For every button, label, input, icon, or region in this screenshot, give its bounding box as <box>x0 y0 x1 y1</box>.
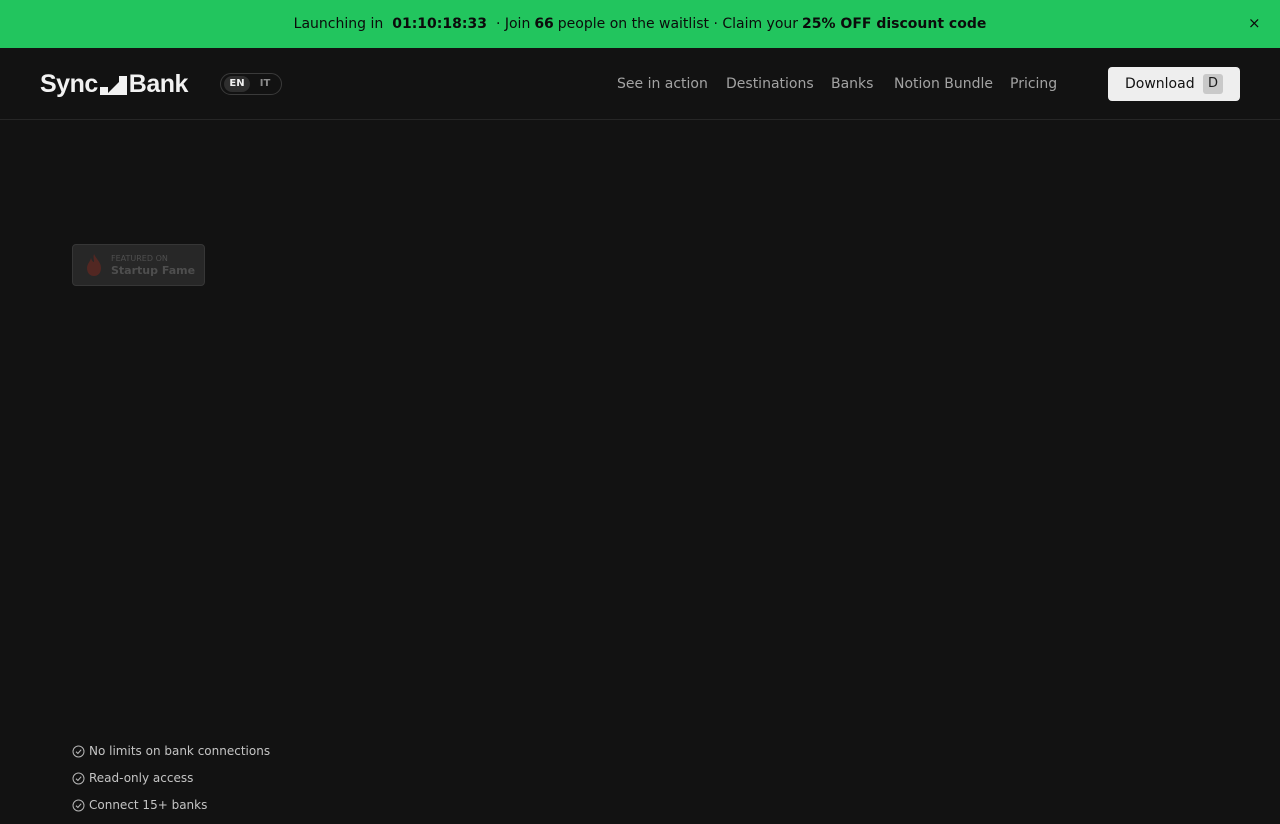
waitlist-count: 66 <box>534 16 554 32</box>
check-circle-icon <box>72 772 85 784</box>
nav-pricing[interactable]: Pricing <box>1010 74 1057 94</box>
discount-code-text[interactable]: 25% OFF discount code <box>802 16 986 32</box>
feature-text: No limits on bank connections <box>89 744 271 758</box>
badge-brand-label: Startup Fame <box>111 263 196 277</box>
download-label: Download <box>1125 76 1195 92</box>
nav-destinations[interactable]: Destinations <box>726 74 814 94</box>
banner-waitlist-text: people on the waitlist · Claim your <box>557 16 799 32</box>
logo-text-bank: Bank <box>128 69 189 98</box>
logo-text-sync: Sync <box>40 69 98 98</box>
nav-see-in-action[interactable]: See in action <box>617 74 708 94</box>
banner-join-text: · Join <box>495 16 531 32</box>
list-item: No limits on bank connections <box>72 743 270 759</box>
site-header: Sync Bank EN IT See in action Destinatio… <box>0 48 1280 120</box>
close-icon[interactable]: × <box>1248 15 1261 31</box>
feature-text: Read-only access <box>89 771 194 785</box>
feature-list: No limits on bank connections Read-only … <box>72 743 270 824</box>
check-circle-icon <box>72 799 85 811</box>
startup-fame-badge[interactable]: FEATURED ON Startup Fame <box>72 244 205 286</box>
download-button[interactable]: Download D <box>1108 67 1240 101</box>
feature-text: Connect 15+ banks <box>89 798 208 812</box>
check-circle-icon <box>72 745 85 757</box>
lang-it-button[interactable]: IT <box>252 76 278 92</box>
banner-prefix: Launching in <box>293 16 384 32</box>
logo[interactable]: Sync Bank <box>40 70 188 98</box>
list-item: Connect 15+ banks <box>72 797 270 813</box>
download-shortcut-key: D <box>1203 74 1223 94</box>
lang-en-button[interactable]: EN <box>224 76 250 92</box>
announcement-banner: Launching in 01:10:18:33 · Join 66 peopl… <box>0 0 1280 48</box>
nav-banks[interactable]: Banks <box>831 74 873 94</box>
list-item: Read-only access <box>72 770 270 786</box>
countdown-timer: 01:10:18:33 <box>392 16 487 32</box>
logo-mark-icon <box>99 76 127 95</box>
language-switcher: EN IT <box>220 73 282 95</box>
flame-icon <box>87 254 101 276</box>
badge-featured-label: FEATURED ON <box>111 253 168 263</box>
nav-notion-bundle[interactable]: Notion Bundle <box>894 74 993 94</box>
